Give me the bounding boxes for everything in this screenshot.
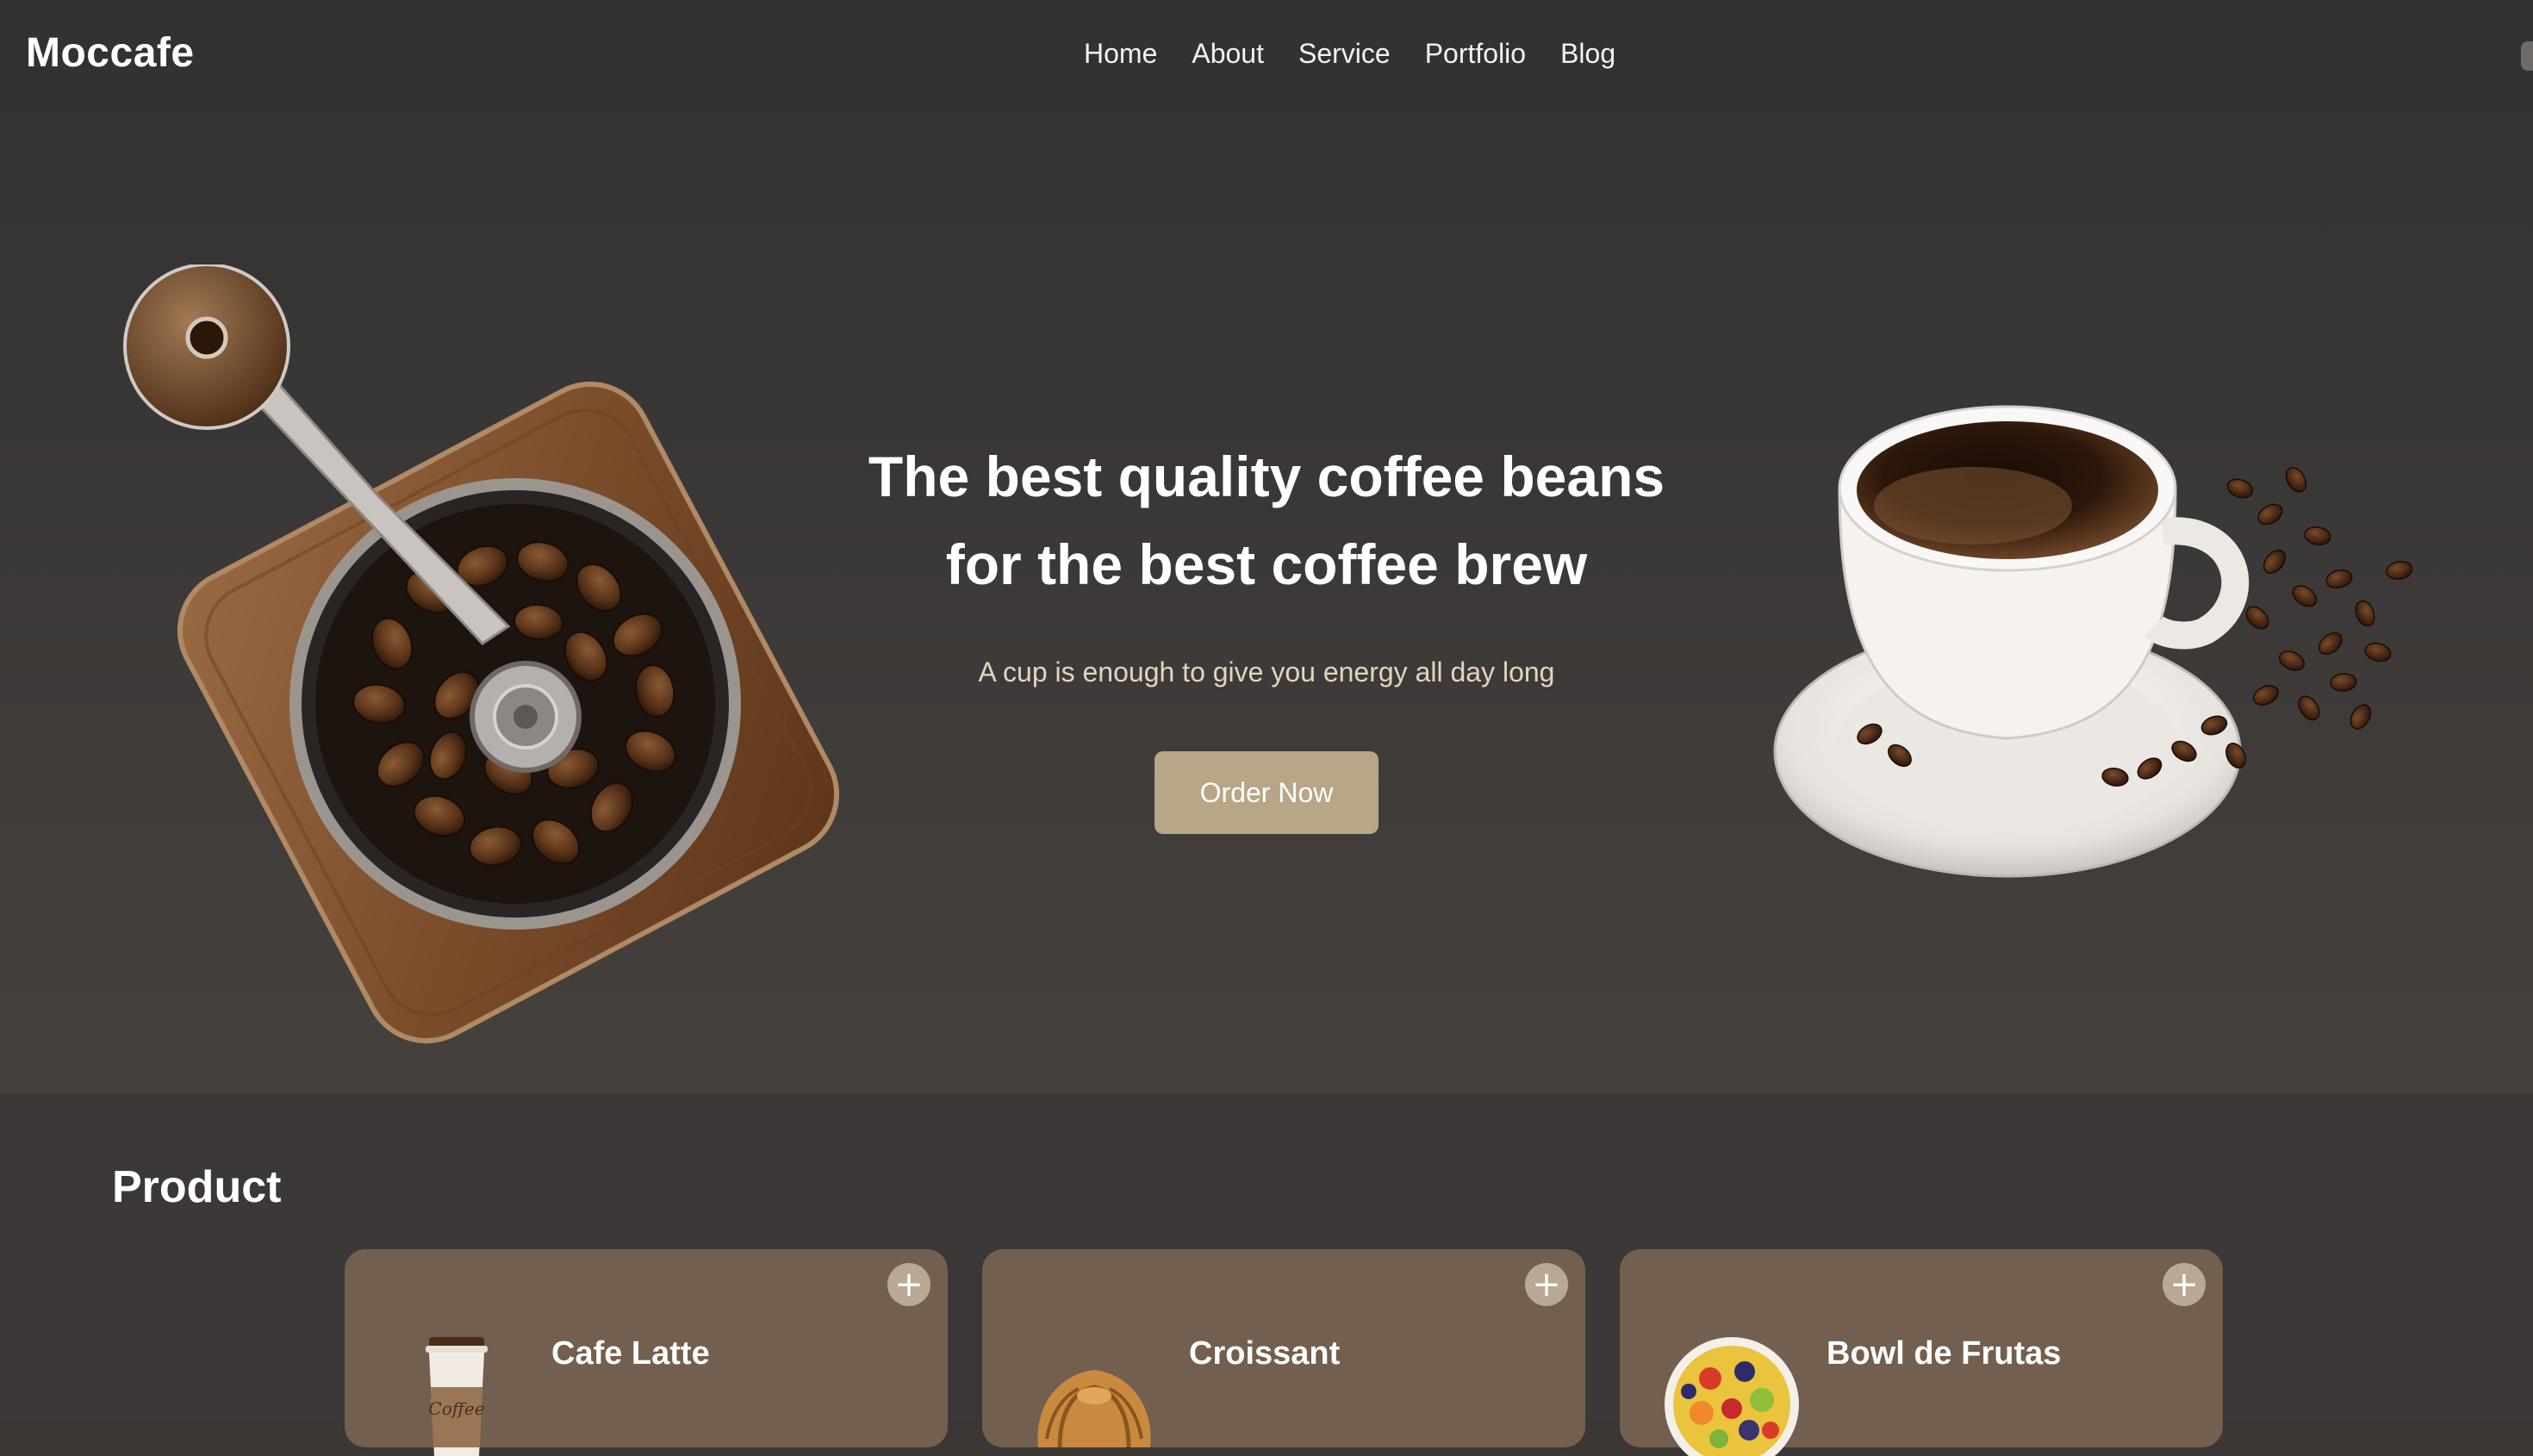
add-to-cart-button[interactable]: + — [2163, 1263, 2206, 1306]
brand-logo[interactable]: Moccafe — [26, 29, 195, 77]
hero-section: The best quality coffee beans for the be… — [0, 114, 2533, 1094]
croissant-icon — [1037, 1370, 1151, 1448]
hero-subtitle: A cup is enough to give you energy all d… — [978, 656, 1555, 688]
add-to-cart-button[interactable]: + — [1525, 1263, 1568, 1306]
cup-label-text: Coffee — [428, 1398, 484, 1419]
order-now-button[interactable]: Order Now — [1154, 751, 1379, 834]
hero-title: The best quality coffee beans for the be… — [750, 432, 1783, 608]
product-heading: Product — [112, 1162, 282, 1212]
nav-home[interactable]: Home — [1084, 38, 1157, 70]
coffee-cup-image — [1773, 405, 2412, 878]
product-section: Product Coffee Cafe Latte + Croissant + — [0, 1094, 2533, 1456]
navbar: Moccafe Home About Service Portfolio Blo… — [0, 0, 2533, 114]
product-name: Cafe Latte — [551, 1335, 710, 1372]
product-card-bowl-de-frutas[interactable]: Bowl de Frutas + — [1620, 1249, 2223, 1456]
nav-links: Home About Service Portfolio Blog — [1084, 38, 1615, 70]
coffee-cup-icon: Coffee — [426, 1337, 488, 1456]
fruit-bowl-icon — [1665, 1337, 1799, 1456]
product-name: Croissant — [1189, 1335, 1341, 1372]
product-card-croissant[interactable]: Croissant + — [982, 1249, 1585, 1448]
hero-title-line-2: for the best coffee brew — [945, 532, 1588, 596]
nav-about[interactable]: About — [1192, 38, 1264, 70]
hero-title-line-1: The best quality coffee beans — [868, 445, 1665, 508]
nav-portfolio[interactable]: Portfolio — [1425, 38, 1526, 70]
nav-blog[interactable]: Blog — [1560, 38, 1615, 70]
cart-icon[interactable] — [2521, 41, 2533, 71]
product-name: Bowl de Frutas — [1827, 1335, 2062, 1372]
nav-service[interactable]: Service — [1298, 38, 1391, 70]
add-to-cart-button[interactable]: + — [887, 1263, 930, 1306]
product-card-cafe-latte[interactable]: Coffee Cafe Latte + — [345, 1249, 948, 1456]
